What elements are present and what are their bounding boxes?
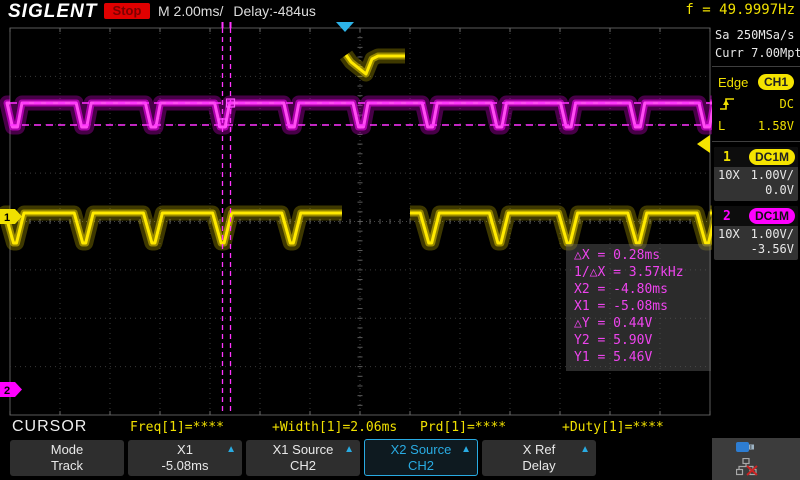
trigger-level-value: 1.58V xyxy=(758,119,794,133)
sample-rate: Sa 250MSa/s xyxy=(715,26,797,44)
channel2-info-box[interactable]: 2 DC1M 10X 1.00V/ -3.56V xyxy=(714,206,798,260)
memory-depth: Curr 7.00Mpts xyxy=(715,44,797,62)
frequency-counter: f = 49.9997Hz xyxy=(685,2,795,18)
trigger-level-label: L xyxy=(718,119,725,133)
ch2-coupling-badge: DC1M xyxy=(749,208,795,224)
cursor-x1: X1 = -5.08ms xyxy=(574,298,711,315)
ch2-marker-label: 2 xyxy=(4,385,10,397)
ch2-probe: 10X xyxy=(718,227,740,242)
trigger-coupling: DC xyxy=(780,97,794,111)
cursor-dy: △Y = 0.44V xyxy=(574,315,711,332)
menu-x1-source-button[interactable]: X1 Source CH2 ▲ xyxy=(246,440,360,476)
menu-x2-source-button[interactable]: X2 Source CH2 ▲ xyxy=(364,439,478,476)
cursor-dx: △X = 0.28ms xyxy=(574,247,711,264)
up-arrow-icon: ▲ xyxy=(580,444,590,455)
run-state-badge: Stop xyxy=(104,3,150,19)
status-bar: CURSOR Freq[1]=**** +Width[1]=2.06ms Prd… xyxy=(0,416,712,438)
trigger-position-marker[interactable] xyxy=(336,22,354,32)
softkey-menu: Mode Track X1 -5.08ms ▲ X1 Source CH2 ▲ … xyxy=(0,438,800,480)
ch2-scale: 1.00V/ xyxy=(751,227,794,242)
brand-logo: SIGLENT xyxy=(8,1,97,23)
ch1-coupling-badge: DC1M xyxy=(749,149,795,165)
active-function-label: CURSOR xyxy=(12,418,87,436)
measure-pwidth: +Width[1]=2.06ms xyxy=(272,420,397,435)
trigger-mode: Edge xyxy=(718,75,748,90)
trigger-level-marker[interactable] xyxy=(697,135,710,153)
trigger-source-badge: CH1 xyxy=(758,74,794,90)
up-arrow-icon: ▲ xyxy=(461,444,471,455)
channel1-info-box[interactable]: 1 DC1M 10X 1.00V/ 0.0V xyxy=(714,147,798,201)
cursor-y2: Y2 = 5.90V xyxy=(574,332,711,349)
measure-freq: Freq[1]=**** xyxy=(130,420,224,435)
cursor-y1: Y1 = 5.46V xyxy=(574,349,711,366)
menu-xref-button[interactable]: X Ref Delay ▲ xyxy=(482,440,596,476)
ch1-offset: 0.0V xyxy=(718,183,794,198)
menu-mode-button[interactable]: Mode Track xyxy=(10,440,124,476)
info-sidebar: Sa 250MSa/s Curr 7.00Mpts Edge CH1 DC L … xyxy=(712,22,800,438)
up-arrow-icon: ▲ xyxy=(344,444,354,455)
up-arrow-icon: ▲ xyxy=(226,444,236,455)
ch2-number: 2 xyxy=(717,209,737,224)
top-bar: SIGLENT Stop M 2.00ms/Delay:-484us f = 4… xyxy=(0,0,800,22)
rising-edge-icon xyxy=(718,96,736,112)
menu-x1-button[interactable]: X1 -5.08ms ▲ xyxy=(128,440,242,476)
delay-value: Delay:-484us xyxy=(233,3,316,19)
network-disconnected-icon xyxy=(736,458,758,476)
timebase-readout: M 2.00ms/Delay:-484us xyxy=(158,3,326,19)
cursor-x2: X2 = -4.80ms xyxy=(574,281,711,298)
trigger-info[interactable]: Edge CH1 DC L 1.58V xyxy=(712,67,800,142)
acquisition-info: Sa 250MSa/s Curr 7.00Mpts xyxy=(712,22,800,67)
cursor-readout-box: △X = 0.28ms 1/△X = 3.57kHz X2 = -4.80ms … xyxy=(566,244,711,371)
measure-period: Prd[1]=**** xyxy=(420,420,506,435)
usb-icon xyxy=(736,441,756,453)
oscilloscope-screen: SIGLENT Stop M 2.00ms/Delay:-484us f = 4… xyxy=(0,0,800,480)
ch1-number: 1 xyxy=(717,150,737,165)
connectivity-panel xyxy=(712,438,800,480)
waveform-area: 1 2 △X = 0.28ms 1/△X = 3.57kHz X2 = -4.80… xyxy=(0,22,712,418)
ch2-offset: -3.56V xyxy=(718,242,794,257)
measure-pduty: +Duty[1]=**** xyxy=(562,420,664,435)
ch1-probe: 10X xyxy=(718,168,740,183)
timebase-value: M 2.00ms/ xyxy=(158,3,223,19)
cursor-inv-dx: 1/△X = 3.57kHz xyxy=(574,264,711,281)
ch1-marker-label: 1 xyxy=(4,212,10,224)
ch1-scale: 1.00V/ xyxy=(751,168,794,183)
